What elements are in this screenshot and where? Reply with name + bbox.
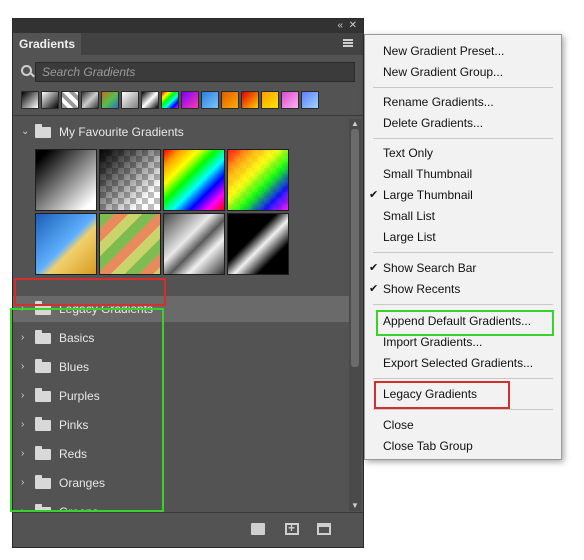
recent-gradients — [21, 91, 357, 109]
menu-item-text-only[interactable]: Text Only — [365, 143, 561, 164]
menu-item-label: Text Only — [383, 146, 434, 160]
menu-item-label: Small List — [383, 209, 436, 223]
scroll-up-icon[interactable]: ▲ — [349, 119, 361, 129]
new-gradient-icon[interactable] — [285, 521, 299, 535]
menu-separator — [373, 304, 553, 305]
menu-item-label: Large Thumbnail — [383, 188, 473, 202]
menu-separator — [373, 378, 553, 379]
menu-item-label: Import Gradients... — [383, 335, 483, 349]
annotation-red-box — [14, 278, 166, 306]
menu-item-large-list[interactable]: Large List — [365, 227, 561, 248]
new-group-folder-icon[interactable] — [251, 523, 265, 535]
menu-item-label: Show Search Bar — [383, 261, 477, 275]
recent-gradient[interactable] — [21, 91, 39, 109]
menu-separator — [373, 252, 553, 253]
menu-item-large-thumbnail[interactable]: ✔ Large Thumbnail — [365, 185, 561, 206]
gradient-thumbnail[interactable] — [163, 213, 225, 275]
hamburger-menu-icon[interactable] — [343, 39, 353, 47]
scroll-down-icon[interactable]: ▼ — [349, 501, 361, 511]
recent-gradient[interactable] — [221, 91, 239, 109]
checkmark-icon: ✔ — [369, 262, 379, 274]
recent-gradient[interactable] — [161, 91, 179, 109]
menu-item-close-tab-group[interactable]: Close Tab Group — [365, 436, 561, 457]
gradient-thumbnail[interactable] — [227, 149, 289, 211]
menu-item-label: Close — [383, 418, 414, 432]
search-input[interactable]: Search Gradients — [35, 62, 355, 82]
recent-gradient[interactable] — [301, 91, 319, 109]
search-icon — [21, 65, 32, 76]
vertical-scrollbar[interactable]: ▲ ▼ — [349, 119, 361, 511]
menu-item-label: Small Thumbnail — [383, 167, 473, 181]
gradient-thumbnail[interactable] — [99, 213, 161, 275]
menu-item-label: New Gradient Preset... — [383, 44, 505, 58]
menu-item-show-search-bar[interactable]: ✔ Show Search Bar — [365, 258, 561, 279]
gradient-thumbnail[interactable] — [227, 213, 289, 275]
tab-gradients[interactable]: Gradients — [13, 33, 81, 55]
menu-item-close[interactable]: Close — [365, 415, 561, 436]
recent-gradient[interactable] — [181, 91, 199, 109]
recent-gradient[interactable] — [281, 91, 299, 109]
recent-gradient[interactable] — [101, 91, 119, 109]
menu-item-new-gradient-preset[interactable]: New Gradient Preset... — [365, 41, 561, 62]
menu-separator — [373, 138, 553, 139]
recent-gradient[interactable] — [41, 91, 59, 109]
menu-item-export-selected-gradients[interactable]: Export Selected Gradients... — [365, 353, 561, 374]
panel-footer — [13, 512, 363, 547]
annotation-green-box — [10, 308, 164, 512]
checkmark-icon: ✔ — [369, 283, 379, 295]
folder-icon — [35, 124, 51, 138]
recent-gradient[interactable] — [81, 91, 99, 109]
gradient-thumbnail[interactable] — [99, 149, 161, 211]
menu-item-small-thumbnail[interactable]: Small Thumbnail — [365, 164, 561, 185]
gradient-thumbnail[interactable] — [35, 213, 97, 275]
tab-bar: Gradients — [13, 33, 363, 55]
gradient-thumbnail[interactable] — [163, 149, 225, 211]
menu-item-label: Show Recents — [383, 282, 461, 296]
menu-item-label: Rename Gradients... — [383, 95, 494, 109]
menu-item-new-gradient-group[interactable]: New Gradient Group... — [365, 62, 561, 83]
menu-item-label: Export Selected Gradients... — [383, 356, 534, 370]
menu-item-delete-gradients[interactable]: Delete Gradients... — [365, 113, 561, 134]
recent-gradient[interactable] — [141, 91, 159, 109]
chevron-down-icon[interactable]: ⌄ — [21, 119, 29, 145]
recent-gradient[interactable] — [121, 91, 139, 109]
menu-item-label: Close Tab Group — [383, 439, 473, 453]
group-header-favourites[interactable]: ⌄ My Favourite Gradients — [13, 119, 349, 145]
recent-gradient[interactable] — [241, 91, 259, 109]
menu-item-rename-gradients[interactable]: Rename Gradients... — [365, 92, 561, 113]
gradient-thumbnail[interactable] — [35, 149, 97, 211]
scroll-thumb[interactable] — [351, 129, 359, 367]
panel-top-strip: « ✕ — [13, 19, 363, 33]
double-chevron-icon[interactable]: « — [337, 19, 343, 33]
recent-gradient[interactable] — [61, 91, 79, 109]
close-icon[interactable]: ✕ — [349, 19, 357, 33]
checkmark-icon: ✔ — [369, 189, 379, 201]
recent-gradient[interactable] — [201, 91, 219, 109]
menu-item-small-list[interactable]: Small List — [365, 206, 561, 227]
recent-gradient[interactable] — [261, 91, 279, 109]
divider — [13, 115, 363, 116]
menu-item-show-recents[interactable]: ✔ Show Recents — [365, 279, 561, 300]
annotation-red-box — [374, 381, 510, 409]
menu-separator — [373, 409, 553, 410]
menu-item-label: Delete Gradients... — [383, 116, 484, 130]
trash-icon[interactable] — [317, 523, 331, 535]
search-row: Search Gradients — [13, 59, 363, 85]
favourites-thumbnails — [35, 149, 293, 275]
menu-separator — [373, 87, 553, 88]
menu-item-label: Large List — [383, 230, 436, 244]
menu-item-label: New Gradient Group... — [383, 65, 504, 79]
group-label: My Favourite Gradients — [59, 125, 184, 139]
annotation-green-box — [376, 310, 554, 336]
